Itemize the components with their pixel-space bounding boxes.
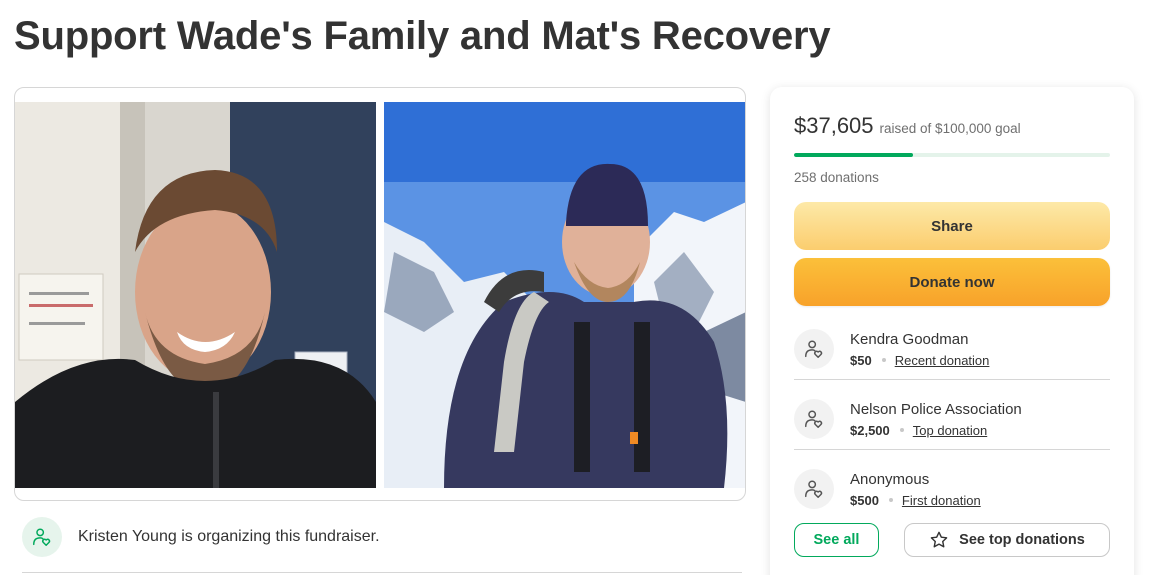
separator-dot — [899, 428, 904, 432]
mountain-photo-image — [384, 102, 745, 488]
donor-item: Anonymous $500 First donation — [794, 455, 1110, 523]
donor-item: Kendra Goodman $50 Recent donation — [794, 315, 1110, 383]
donation-count: 258 donations — [794, 170, 879, 185]
progress-bar — [794, 153, 1110, 157]
heart-person-icon — [794, 329, 834, 369]
organizer-row: Kristen Young is organizing this fundrai… — [22, 517, 380, 557]
star-icon — [930, 531, 948, 548]
donor-item: Nelson Police Association $2,500 Top don… — [794, 385, 1110, 453]
donation-sidebar: $37,605 raised of $100,000 goal 258 dona… — [770, 87, 1134, 575]
donor-name: Kendra Goodman — [850, 330, 969, 348]
share-button[interactable]: Share — [794, 202, 1110, 250]
heart-person-icon — [794, 399, 834, 439]
divider — [22, 572, 742, 573]
photo-right[interactable] — [384, 102, 745, 488]
photo-left[interactable] — [15, 102, 376, 488]
donor-name: Anonymous — [850, 470, 930, 488]
goal-text: raised of $100,000 goal — [879, 121, 1021, 136]
page-title: Support Wade's Family and Mat's Recovery — [14, 14, 831, 58]
divider — [794, 449, 1110, 450]
separator-dot — [881, 358, 886, 362]
divider — [794, 379, 1110, 380]
donor-name: Nelson Police Association — [850, 400, 1022, 418]
donor-tag-link[interactable]: Top donation — [913, 423, 987, 438]
donor-tag-link[interactable]: Recent donation — [895, 353, 990, 368]
progress-fill — [794, 153, 913, 157]
donor-amount: $50 — [850, 352, 872, 368]
amount-raised: $37,605 — [794, 113, 874, 138]
see-all-button[interactable]: See all — [794, 523, 879, 557]
amount-raised-row: $37,605 raised of $100,000 goal — [794, 113, 1021, 139]
photo-gallery[interactable] — [14, 87, 746, 501]
portrait-photo-image — [15, 102, 376, 488]
organizer-text: Kristen Young is organizing this fundrai… — [78, 528, 380, 545]
heart-person-icon — [22, 517, 62, 557]
donor-tag-link[interactable]: First donation — [902, 493, 981, 508]
donor-amount: $2,500 — [850, 422, 890, 438]
donate-now-button[interactable]: Donate now — [794, 258, 1110, 306]
see-top-donations-label: See top donations — [959, 532, 1085, 548]
donor-amount: $500 — [850, 492, 879, 508]
heart-person-icon — [794, 469, 834, 509]
see-top-donations-button[interactable]: See top donations — [904, 523, 1110, 557]
separator-dot — [888, 498, 893, 502]
